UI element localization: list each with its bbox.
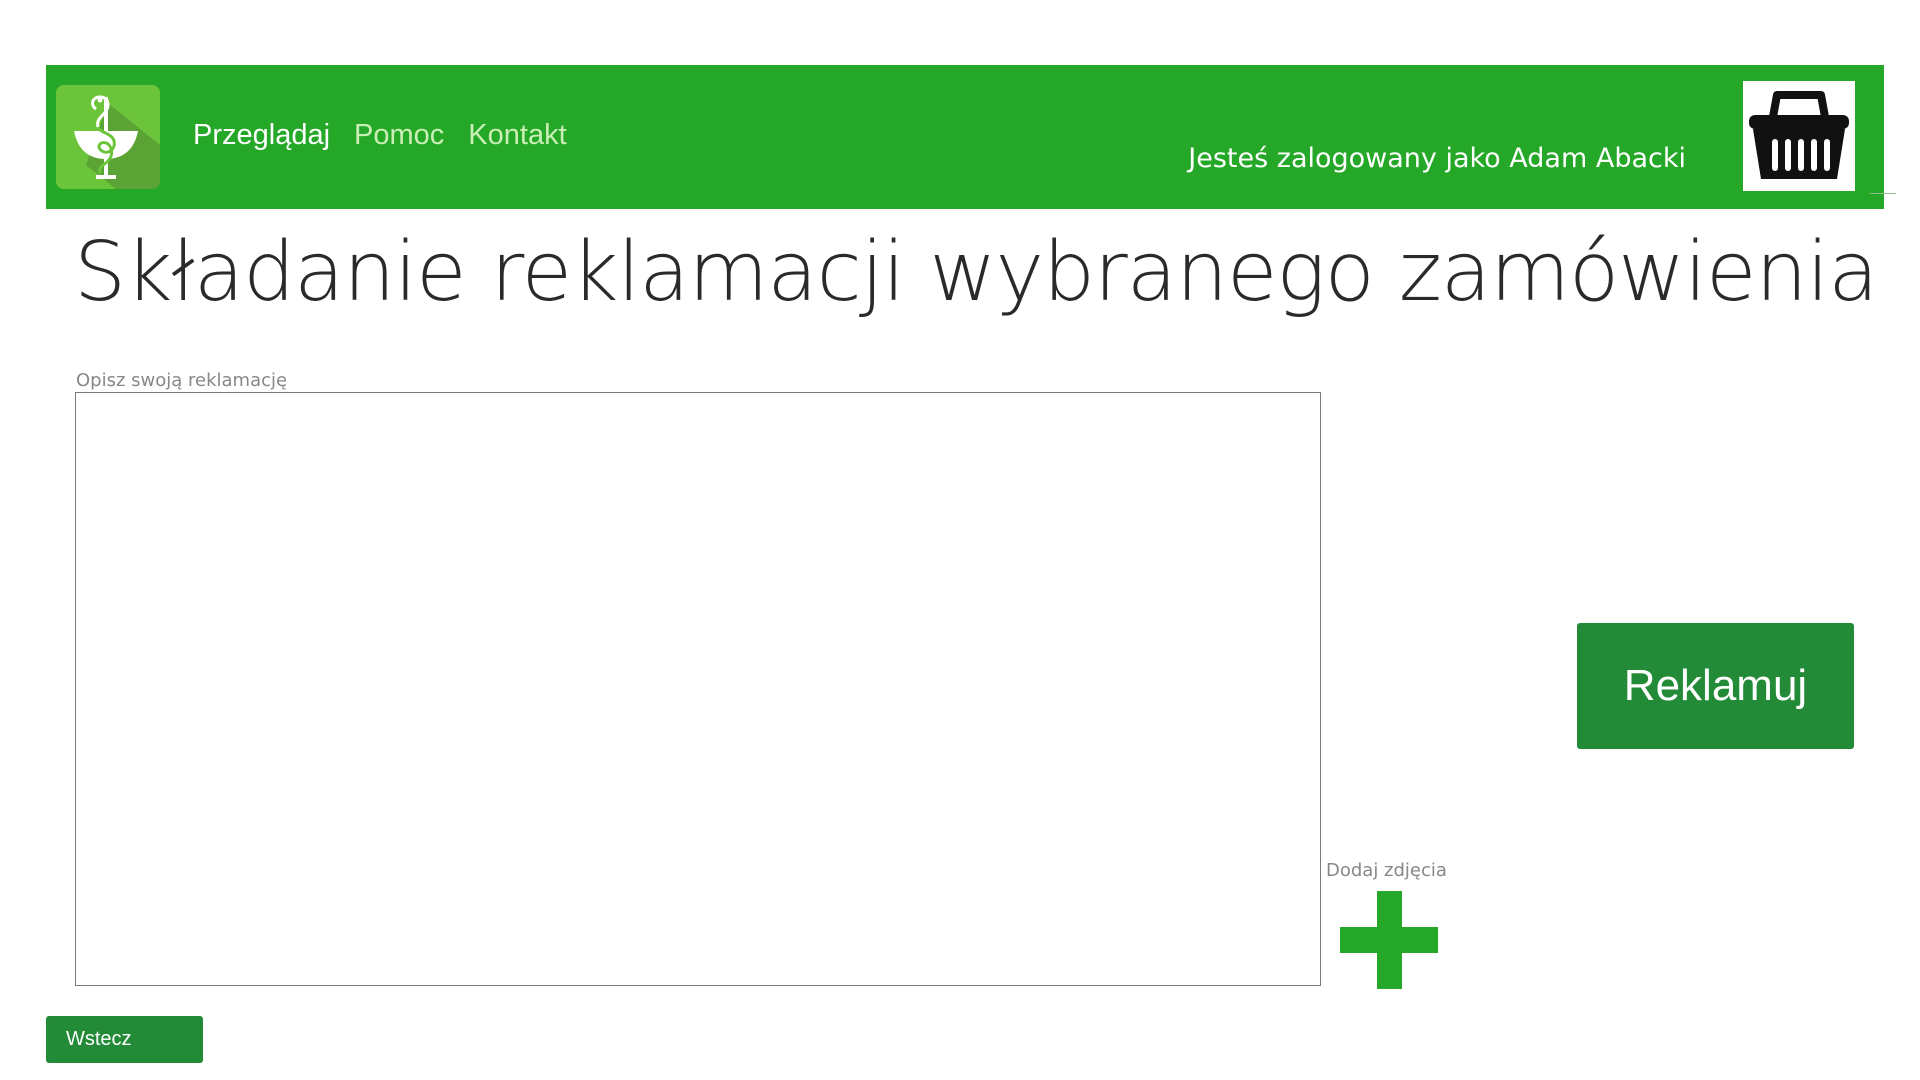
page: Przeglądaj Pomoc Kontakt Jesteś zalogowa… <box>0 0 1920 1080</box>
header-divider <box>1870 193 1896 194</box>
main-nav: Przeglądaj Pomoc Kontakt <box>193 115 567 155</box>
pharmacy-logo-icon[interactable] <box>56 85 160 189</box>
complaint-textarea[interactable] <box>75 392 1321 986</box>
cart-button[interactable] <box>1743 81 1855 191</box>
nav-link-contact[interactable]: Kontakt <box>468 119 566 152</box>
page-title: Składanie reklamacji wybranego zamówieni… <box>74 225 1878 320</box>
back-button[interactable]: Wstecz <box>46 1016 203 1063</box>
add-photo-button[interactable] <box>1340 891 1438 989</box>
submit-complaint-button[interactable]: Reklamuj <box>1577 623 1854 749</box>
logged-in-user-text: Jesteś zalogowany jako Adam Abacki <box>1188 143 1686 174</box>
top-navbar: Przeglądaj Pomoc Kontakt Jesteś zalogowa… <box>46 65 1884 209</box>
nav-link-help[interactable]: Pomoc <box>354 119 444 152</box>
shopping-basket-icon <box>1749 91 1849 179</box>
nav-link-browse[interactable]: Przeglądaj <box>193 119 330 152</box>
add-photos-label: Dodaj zdjęcia <box>1326 860 1447 881</box>
complaint-label: Opisz swoją reklamację <box>76 370 288 391</box>
